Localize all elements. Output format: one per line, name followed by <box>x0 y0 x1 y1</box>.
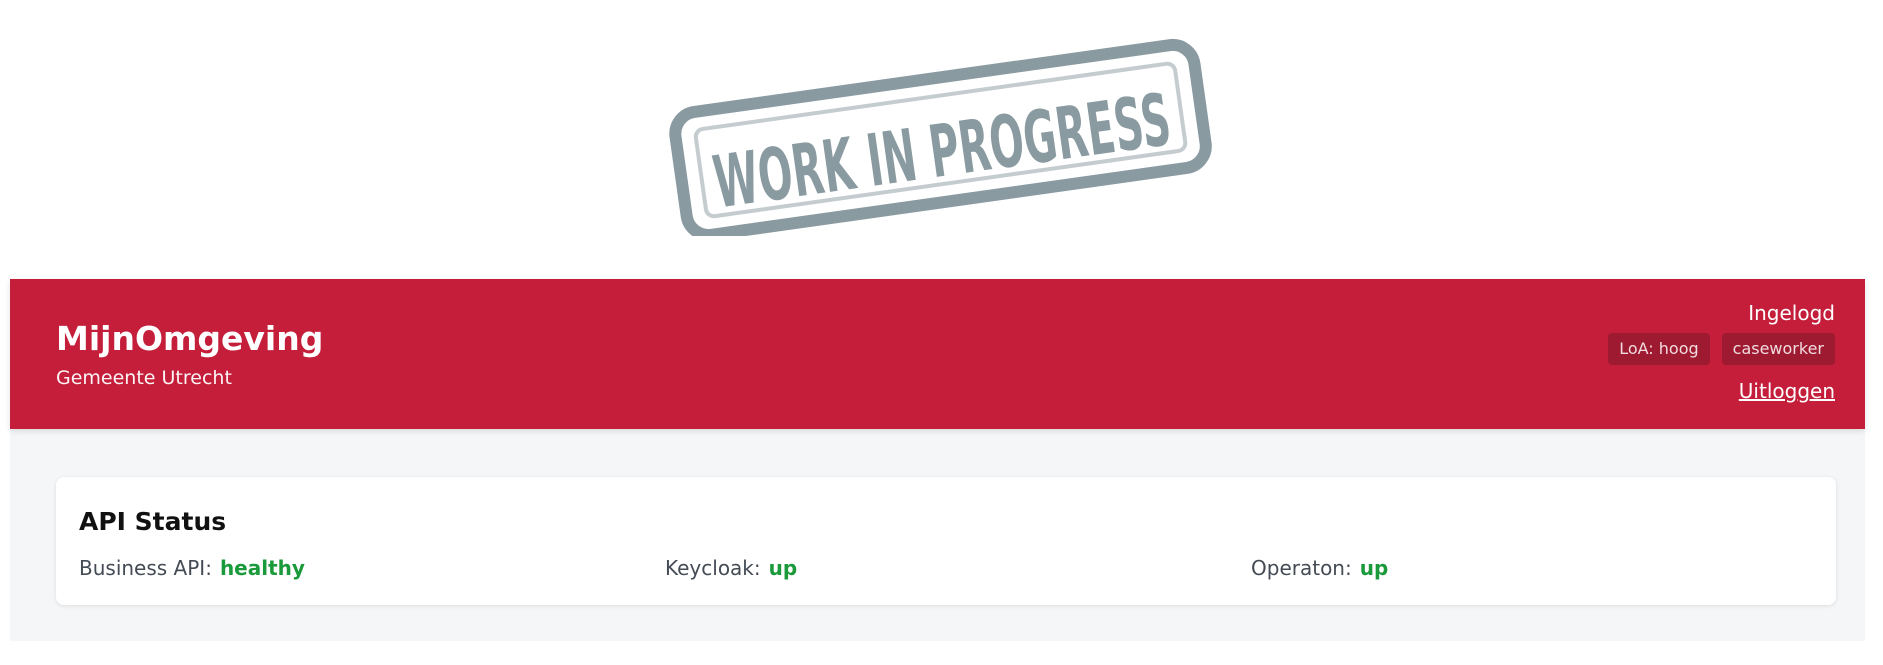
status-value: up <box>768 556 798 580</box>
api-status-title: API Status <box>79 507 227 536</box>
api-status-card: API Status Business API: healthy Keycloak… <box>56 477 1836 605</box>
role-badge: caseworker <box>1721 333 1835 365</box>
user-info: Ingelogd LoA: hoog caseworker Uitloggen <box>1608 301 1835 403</box>
organization-name: Gemeente Utrecht <box>56 367 232 389</box>
status-value: healthy <box>219 556 305 580</box>
status-label: Keycloak: <box>665 556 761 580</box>
logout-link[interactable]: Uitloggen <box>1739 379 1835 403</box>
status-label: Operaton: <box>1251 556 1352 580</box>
app-name: MijnOmgeving <box>56 319 324 358</box>
user-badges: LoA: hoog caseworker <box>1608 333 1835 365</box>
app-header: MijnOmgeving Gemeente Utrecht Ingelogd L… <box>10 279 1865 429</box>
loa-badge: LoA: hoog <box>1608 333 1710 365</box>
status-operaton: Operaton: up <box>1251 556 1388 580</box>
status-keycloak: Keycloak: up <box>665 556 797 580</box>
stamp-graphic: WORK IN PROGRESS <box>669 38 1212 236</box>
status-business-api: Business API: healthy <box>79 556 305 580</box>
logged-in-label: Ingelogd <box>1748 301 1835 325</box>
work-in-progress-stamp: WORK IN PROGRESS <box>660 36 1220 236</box>
status-value: up <box>1359 556 1389 580</box>
app-page: MijnOmgeving Gemeente Utrecht Ingelogd L… <box>10 279 1865 641</box>
status-label: Business API: <box>79 556 212 580</box>
